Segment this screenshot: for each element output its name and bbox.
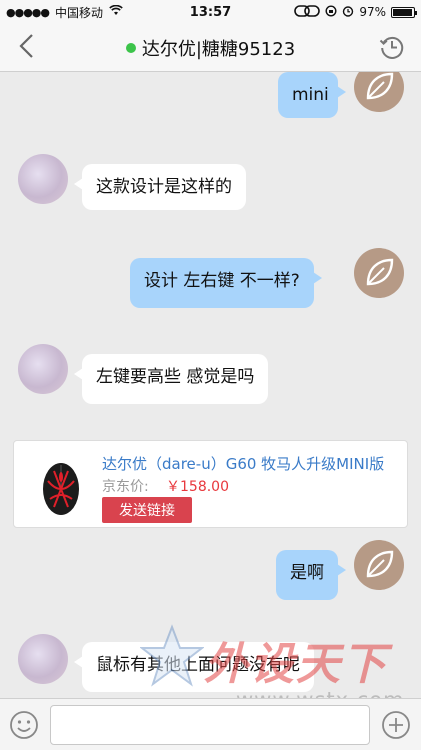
message-bubble-sent[interactable]: 是啊 xyxy=(276,550,346,600)
emoji-button[interactable] xyxy=(8,709,40,741)
battery-level xyxy=(393,8,413,16)
message-text: 这款设计是这样的 xyxy=(96,177,232,197)
history-button[interactable] xyxy=(379,34,405,60)
rotation-lock-icon xyxy=(325,4,337,20)
back-button[interactable] xyxy=(18,32,36,67)
product-price: ￥158.00 xyxy=(166,479,229,495)
signal-strength-icon: ●●●●● xyxy=(6,5,50,19)
chat-title: 达尔优|糖糖95123 xyxy=(125,35,296,61)
clock-history-icon xyxy=(379,36,404,59)
battery-icon xyxy=(391,6,417,18)
message-bubble-received[interactable]: 这款设计是这样的 xyxy=(74,164,246,210)
alarm-icon xyxy=(342,5,354,20)
chat-message-list[interactable]: mini 这款设计是这样的 设计 左右键 不一样? 左键要高些 感觉是吗 达尔优… xyxy=(0,72,421,698)
smiley-icon xyxy=(10,711,38,739)
product-mouse-image xyxy=(43,463,79,515)
carrier-name: 中国移动 xyxy=(55,5,104,20)
message-bubble-received[interactable]: 鼠标有其他上面问题没有呢 xyxy=(74,642,314,692)
chat-title-text: 达尔优|糖糖95123 xyxy=(141,38,296,60)
contact-avatar[interactable] xyxy=(18,344,68,394)
message-text: 是啊 xyxy=(290,563,324,583)
message-input[interactable] xyxy=(50,705,370,745)
wifi-icon xyxy=(109,4,123,20)
status-bar: ●●●●● 中国移动 13:57 97% xyxy=(0,0,421,24)
message-bubble-sent[interactable]: mini xyxy=(278,72,346,118)
contact-avatar[interactable] xyxy=(18,154,68,204)
user-avatar[interactable] xyxy=(354,248,404,298)
message-text: mini xyxy=(292,85,329,105)
leaf-logo-icon xyxy=(366,258,394,286)
navigation-bar: 达尔优|糖糖95123 xyxy=(0,24,421,72)
more-options-button[interactable] xyxy=(380,709,412,741)
link-icon xyxy=(294,4,321,20)
leaf-logo-icon xyxy=(366,550,394,578)
user-avatar[interactable] xyxy=(354,540,404,590)
message-text: 左键要高些 感觉是吗 xyxy=(96,367,255,387)
online-status-dot xyxy=(125,42,136,53)
message-bubble-received[interactable]: 左键要高些 感觉是吗 xyxy=(73,354,269,404)
product-title-link[interactable]: 达尔优（dare-u）G60 牧马人升级MINI版 xyxy=(102,453,398,474)
message-bubble-sent[interactable]: 设计 左右键 不一样? xyxy=(130,258,322,308)
leaf-logo-icon xyxy=(366,72,394,100)
message-text: 鼠标有其他上面问题没有呢 xyxy=(96,655,300,675)
chevron-left-icon xyxy=(19,34,33,58)
product-card[interactable]: 达尔优（dare-u）G60 牧马人升级MINI版 京东价: ￥158.00 发… xyxy=(13,440,408,528)
message-text: 设计 左右键 不一样? xyxy=(144,271,300,291)
message-input-bar xyxy=(0,698,421,750)
send-link-button[interactable]: 发送链接 xyxy=(102,497,192,523)
price-label: 京东价: xyxy=(102,479,149,495)
plus-circle-icon xyxy=(382,711,410,739)
user-avatar[interactable] xyxy=(354,72,404,112)
battery-percentage: 97% xyxy=(359,5,386,19)
contact-avatar[interactable] xyxy=(18,634,68,684)
